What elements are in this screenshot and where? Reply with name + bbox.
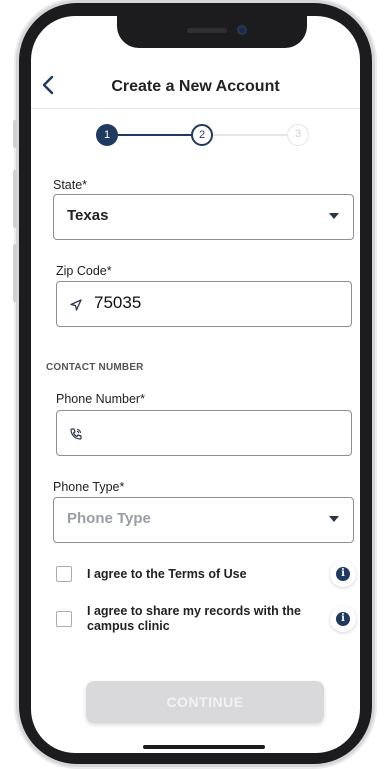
continue-button[interactable]: CONTINUE bbox=[86, 681, 324, 723]
terms-checkbox[interactable] bbox=[56, 566, 72, 582]
step-2: 2 bbox=[191, 124, 213, 146]
terms-info-button[interactable]: i bbox=[330, 561, 356, 587]
volume-down-button bbox=[13, 244, 17, 302]
app-screen: Create a New Account 1 2 3 State* Texas … bbox=[31, 16, 360, 753]
zip-input[interactable]: 75035 bbox=[56, 281, 352, 327]
volume-up-button bbox=[13, 170, 17, 228]
state-select[interactable]: Texas bbox=[53, 194, 354, 240]
step-connector-2 bbox=[213, 134, 287, 136]
dropdown-caret-icon bbox=[329, 213, 339, 219]
phone-icon bbox=[70, 428, 82, 440]
mute-switch bbox=[13, 120, 17, 148]
phone-label: Phone Number* bbox=[56, 392, 145, 406]
terms-label: I agree to the Terms of Use bbox=[87, 567, 247, 581]
info-icon: i bbox=[336, 567, 350, 581]
home-indicator bbox=[143, 745, 265, 749]
camera bbox=[237, 25, 247, 35]
records-info-button[interactable]: i bbox=[330, 606, 356, 632]
phone-input[interactable] bbox=[56, 410, 352, 456]
state-label: State* bbox=[53, 178, 88, 192]
info-icon: i bbox=[336, 612, 350, 626]
dropdown-caret-icon bbox=[329, 516, 339, 522]
records-label: I agree to share my records with the cam… bbox=[87, 604, 301, 633]
progress-stepper: 1 2 3 bbox=[31, 124, 360, 164]
phone-type-placeholder: Phone Type bbox=[67, 510, 151, 527]
notch bbox=[117, 16, 307, 48]
location-arrow-icon bbox=[70, 299, 82, 311]
speaker bbox=[187, 28, 227, 33]
phone-type-label: Phone Type* bbox=[53, 480, 125, 494]
step-connector-1 bbox=[118, 134, 193, 136]
step-3: 3 bbox=[287, 124, 309, 146]
state-value: Texas bbox=[67, 207, 109, 224]
nav-bar: Create a New Account bbox=[31, 64, 360, 109]
contact-section-heading: CONTACT NUMBER bbox=[46, 362, 144, 373]
zip-label: Zip Code* bbox=[56, 264, 112, 278]
records-checkbox[interactable] bbox=[56, 611, 72, 627]
zip-value: 75035 bbox=[94, 293, 142, 312]
page-title: Create a New Account bbox=[111, 78, 280, 95]
step-1: 1 bbox=[96, 124, 118, 146]
phone-type-select[interactable]: Phone Type bbox=[53, 497, 354, 543]
